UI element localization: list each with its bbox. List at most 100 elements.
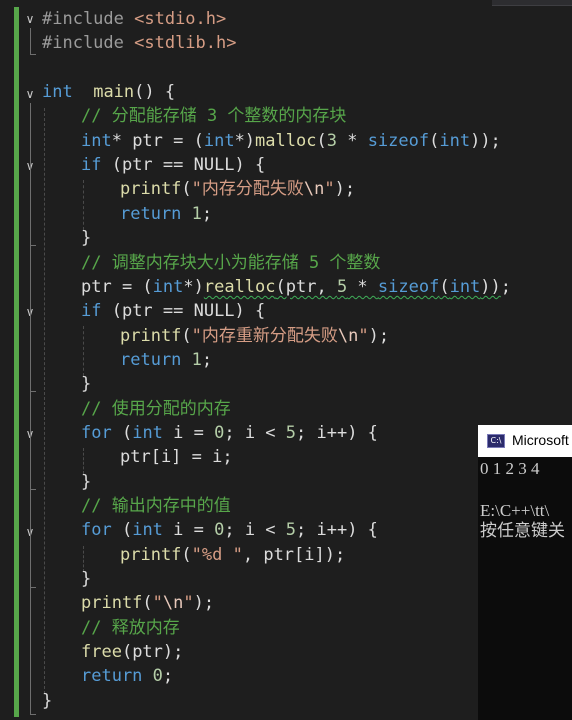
console-output-line: 0 1 2 3 4: [480, 459, 540, 478]
code-token: ));: [470, 130, 501, 151]
code-line[interactable]: printf("内存重新分配失败\n");: [120, 324, 389, 348]
code-token: printf: [120, 544, 182, 565]
code-token: (: [316, 130, 327, 151]
code-line[interactable]: printf("\n");: [81, 591, 214, 615]
code-token: }: [81, 471, 92, 492]
code-token: );: [368, 325, 390, 346]
code-token: int: [42, 82, 73, 103]
code-token: 1: [191, 349, 202, 370]
code-token: 0: [214, 422, 225, 443]
code-token: *: [347, 276, 378, 297]
code-token: ptr = (: [81, 276, 153, 297]
code-line[interactable]: if (ptr == NULL) {: [81, 299, 265, 323]
code-token: if: [81, 301, 102, 322]
code-token: );: [193, 593, 215, 614]
code-token: *: [336, 130, 368, 151]
code-token: "内存分配失败: [191, 179, 304, 200]
code-token: (ptr);: [121, 642, 184, 663]
code-token: 5: [285, 422, 297, 443]
code-line[interactable]: // 使用分配的内存: [81, 397, 231, 421]
code-line[interactable]: return 0;: [81, 664, 173, 688]
code-token: ;: [201, 349, 213, 370]
code-token: ; i <: [224, 520, 286, 541]
code-token: (: [429, 130, 440, 151]
code-token: 5: [285, 520, 297, 541]
code-token: i =: [162, 422, 215, 443]
code-token: "内存重新分配失败: [191, 325, 338, 346]
code-line[interactable]: return 1;: [120, 348, 212, 372]
code-token: if: [81, 155, 102, 176]
code-token: *): [234, 130, 256, 151]
code-token: malloc: [255, 130, 317, 151]
code-token: \n: [303, 179, 325, 200]
code-token: sizeof: [367, 130, 430, 151]
code-line[interactable]: ptr[i] = i;: [120, 445, 233, 469]
code-line[interactable]: // 分配能存储 3 个整数的内存块: [81, 104, 346, 128]
code-token: \n: [162, 593, 184, 614]
code-line[interactable]: }: [81, 226, 91, 250]
code-token: () {: [134, 82, 176, 103]
code-line[interactable]: // 调整内存块大小为能存储 5 个整数: [81, 251, 380, 275]
code-token: int: [132, 422, 163, 443]
code-token: int: [203, 130, 235, 151]
code-token: ; i++) {: [296, 520, 378, 541]
code-line[interactable]: }: [81, 470, 91, 494]
code-token: (: [142, 593, 153, 614]
code-token: return: [81, 666, 143, 687]
code-line[interactable]: printf("内存分配失败\n");: [120, 177, 355, 201]
console-app-icon: C:\: [487, 434, 505, 448]
code-line[interactable]: ptr = (int*)realloc(ptr, 5 * sizeof(int)…: [81, 275, 511, 299]
code-line[interactable]: }: [81, 567, 91, 591]
code-token: (: [439, 276, 450, 297]
code-token: <stdio.h>: [134, 9, 227, 29]
code-token: *): [183, 276, 204, 297]
code-token: 0: [214, 520, 225, 541]
code-token: (: [181, 544, 192, 565]
code-line[interactable]: return 1;: [120, 202, 212, 226]
code-token: ;: [500, 276, 512, 297]
code-token: \n: [337, 325, 359, 346]
code-line[interactable]: }: [42, 689, 52, 713]
code-token: 0: [152, 666, 163, 687]
code-token: (ptr == NULL) {: [101, 155, 266, 176]
code-token: ;: [162, 666, 174, 687]
console-window[interactable]: C:\ Microsoft 0 1 2 3 4 E:\C++\tt\ 按任意键关: [478, 425, 572, 720]
code-token: int: [132, 520, 163, 541]
code-token: (: [181, 179, 192, 200]
code-line[interactable]: // 输出内存中的值: [81, 494, 231, 518]
code-line[interactable]: #include <stdlib.h>: [42, 31, 236, 55]
console-output-line: 按任意键关: [480, 521, 565, 540]
code-token: int: [449, 276, 481, 297]
code-line[interactable]: free(ptr);: [81, 640, 183, 664]
code-token: (: [111, 520, 133, 541]
code-line[interactable]: #include <stdio.h>: [42, 7, 226, 31]
code-token: printf: [120, 179, 182, 200]
code-line[interactable]: int* ptr = (int*)malloc(3 * sizeof(int))…: [81, 129, 501, 153]
code-token: free: [81, 642, 122, 663]
code-token: for: [81, 422, 112, 443]
code-token: * ptr = (: [111, 130, 204, 151]
code-line[interactable]: int main() {: [42, 80, 175, 104]
console-titlebar[interactable]: C:\ Microsoft: [478, 425, 572, 457]
code-token: , ptr[i]);: [242, 544, 346, 565]
code-token: // 使用分配的内存: [81, 398, 231, 419]
code-token: ; i++) {: [296, 422, 378, 443]
code-token: for: [81, 520, 112, 541]
code-line[interactable]: }: [81, 372, 91, 396]
code-token: ": [358, 325, 369, 346]
code-line[interactable]: printf("%d ", ptr[i]);: [120, 543, 345, 567]
console-output-line: E:\C++\tt\: [480, 501, 550, 520]
code-token: #include: [42, 9, 135, 29]
code-token: 3: [326, 130, 337, 151]
code-line[interactable]: // 释放内存: [81, 616, 180, 640]
code-token: int: [152, 276, 184, 297]
code-line[interactable]: for (int i = 0; i < 5; i++) {: [81, 421, 378, 445]
code-token: ; i <: [224, 422, 286, 443]
code-line[interactable]: for (int i = 0; i < 5; i++) {: [81, 518, 378, 542]
code-token: // 调整内存块大小为能存储 5 个整数: [81, 252, 381, 273]
code-token: (ptr == NULL) {: [101, 301, 266, 322]
code-token: main: [93, 82, 135, 103]
code-token: }: [81, 569, 92, 590]
code-token: realloc: [203, 276, 276, 297]
code-line[interactable]: if (ptr == NULL) {: [81, 153, 265, 177]
